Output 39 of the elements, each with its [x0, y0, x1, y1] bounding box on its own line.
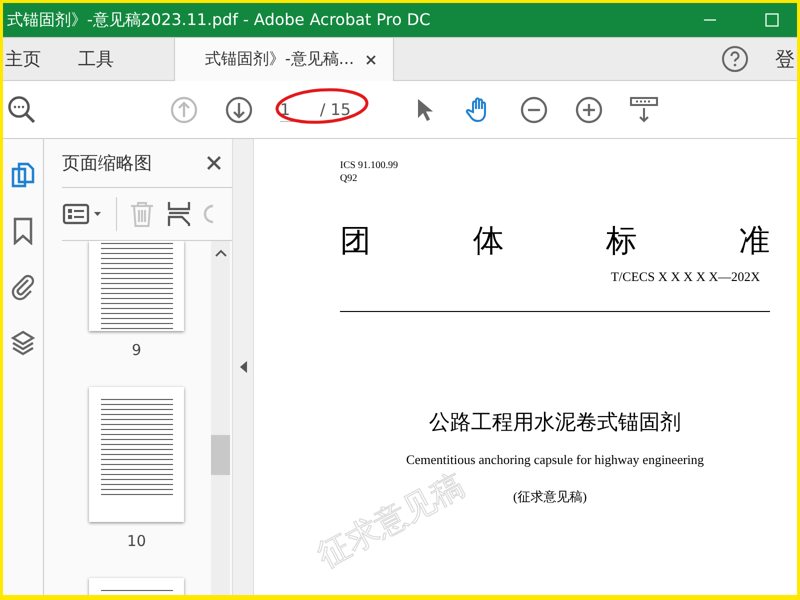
page-thumbnail[interactable] — [89, 387, 184, 522]
standard-number: T/CECS X X X X X—202X — [610, 269, 760, 285]
zoom-out-icon[interactable] — [520, 96, 548, 124]
scrollbar[interactable] — [211, 241, 230, 595]
close-icon[interactable] — [366, 54, 376, 64]
zoom-in-icon[interactable] — [574, 96, 603, 124]
heading-character: 团 — [340, 222, 371, 261]
menu-tab[interactable]: 工具 — [78, 38, 131, 80]
page-number-field[interactable]: 1 — [280, 98, 314, 122]
window-title: 式锚固剂》-意见稿2023.11.pdf - Adobe Acrobat Pro DC — [7, 10, 432, 30]
page-insert-icon[interactable] — [167, 200, 191, 228]
page-thumbnail[interactable] — [89, 241, 184, 331]
search-icon[interactable] — [7, 94, 37, 124]
paperclip-icon[interactable] — [10, 273, 36, 301]
heading-character: 标 — [606, 222, 637, 261]
document-subtitle: Cementitious anchoring capsule for highway engineering — [406, 452, 704, 468]
heading-character: 体 — [473, 222, 504, 261]
sign-in-link[interactable]: 登 — [775, 38, 795, 80]
keyboard-icon[interactable] — [630, 96, 658, 124]
menu-tab[interactable]: 主页 — [5, 38, 58, 80]
pages-icon[interactable] — [10, 161, 36, 189]
document-tab[interactable]: 式锚固剂》-意见稿... — [174, 38, 394, 81]
ics-code: ICS 91.100.99 — [340, 159, 400, 172]
maximize-icon[interactable] — [765, 13, 779, 27]
panel-title: 页面缩略图 — [62, 152, 152, 175]
layers-icon[interactable] — [10, 329, 36, 357]
close-icon[interactable] — [206, 155, 222, 171]
help-icon[interactable] — [721, 45, 749, 73]
options-menu-icon[interactable] — [62, 202, 104, 226]
scrollbar-thumb[interactable] — [211, 435, 230, 475]
heading-character: 准 — [739, 222, 770, 261]
classification-code: Q92 — [340, 172, 358, 185]
document-title: 公路工程用水泥卷式锚固剂 — [429, 409, 681, 436]
page-count: / 15 — [320, 100, 351, 119]
draft-status: (征求意见稿) — [513, 488, 587, 506]
caret-up-icon[interactable] — [214, 249, 226, 257]
collapse-arrow-icon[interactable] — [240, 361, 246, 373]
page-number: 9 — [132, 341, 142, 359]
page-number: 10 — [126, 532, 146, 550]
